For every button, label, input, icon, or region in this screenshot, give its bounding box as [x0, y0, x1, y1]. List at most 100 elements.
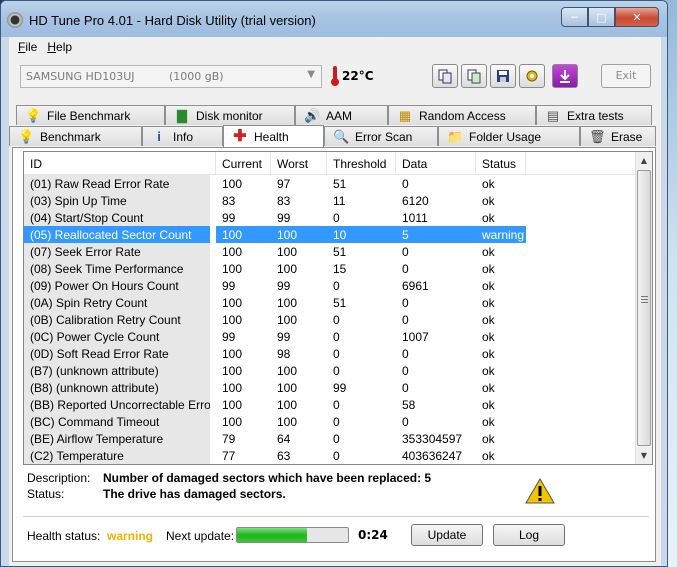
maximize-button[interactable]: □	[588, 7, 615, 27]
table-row[interactable]: (03) Spin Up Time 83 83 11 6120 ok	[24, 192, 652, 209]
cell-data: 0	[402, 177, 409, 191]
cell-id: (BE) Airflow Temperature	[24, 430, 210, 447]
table-row[interactable]: (04) Start/Stop Count 99 99 0 1011 ok	[24, 209, 652, 226]
cell-data: 403636247	[402, 449, 463, 463]
menu-help[interactable]: Help	[42, 37, 77, 57]
tab-health[interactable]: ✚ Health	[223, 125, 324, 147]
cell-worst: 100	[277, 262, 298, 276]
tab-file-benchmark[interactable]: 💡 File Benchmark	[16, 105, 165, 125]
options-button[interactable]	[519, 64, 545, 88]
cell-data: 0	[402, 347, 409, 361]
column-id[interactable]: ID	[24, 152, 216, 175]
speaker-icon: 🔊	[304, 107, 321, 123]
column-threshold[interactable]: Threshold	[327, 152, 396, 175]
minimize-button[interactable]: ─	[561, 7, 588, 27]
health-cross-icon: ✚	[233, 127, 247, 145]
table-row[interactable]: (0C) Power Cycle Count 99 99 0 1007 ok	[24, 328, 652, 345]
table-row[interactable]: (B7) (unknown attribute) 100 100 0 0 ok	[24, 362, 652, 379]
drive-capacity: (1000 gB)	[169, 70, 224, 83]
table-row[interactable]: (0D) Soft Read Error Rate 100 98 0 0 ok	[24, 345, 652, 362]
scroll-down-icon[interactable]: ▼	[636, 447, 652, 464]
cell-current: 99	[222, 211, 236, 225]
cell-id: (04) Start/Stop Count	[24, 209, 210, 226]
scroll-thumb[interactable]	[637, 170, 651, 446]
table-row[interactable]: (08) Seek Time Performance 100 100 15 0 ok	[24, 260, 652, 277]
cell-data: 0	[402, 296, 409, 310]
tab-folder-usage[interactable]: 📁 Folder Usage	[438, 126, 580, 146]
column-worst[interactable]: Worst	[271, 152, 327, 175]
progress-fill	[237, 528, 307, 542]
cell-threshold: 0	[333, 279, 340, 293]
tab-benchmark[interactable]: 💡 Benchmark	[9, 126, 142, 146]
cell-data: 0	[402, 415, 409, 429]
save-button[interactable]	[490, 64, 516, 88]
cell-threshold: 0	[333, 330, 340, 344]
copy-all-button[interactable]	[461, 64, 487, 88]
cell-data: 6120	[402, 194, 429, 208]
table-row[interactable]: (0B) Calibration Retry Count 100 100 0 0 ok	[24, 311, 652, 328]
window-title: HD Tune Pro 4.01 - Hard Disk Utility (tr…	[29, 13, 316, 28]
table-row[interactable]: (0A) Spin Retry Count 100 100 51 0 ok	[24, 294, 652, 311]
drive-select[interactable]: SAMSUNG HD103UJ (1000 gB) ▼	[20, 65, 322, 88]
cell-current: 100	[222, 381, 243, 395]
tab-erase[interactable]: 🗑 Erase	[580, 126, 656, 146]
tab-aam[interactable]: 🔊 AAM	[295, 105, 388, 125]
column-data[interactable]: Data	[396, 152, 476, 175]
cell-current: 100	[222, 177, 243, 191]
download-button[interactable]	[552, 64, 578, 88]
cell-current: 100	[222, 296, 243, 310]
log-button[interactable]: Log	[493, 524, 565, 546]
table-row[interactable]: (01) Raw Read Error Rate 100 97 51 0 ok	[24, 175, 652, 192]
cell-status: ok	[482, 364, 495, 378]
cell-status: ok	[482, 449, 495, 463]
table-row[interactable]: (C2) Temperature 77 63 0 403636247 ok	[24, 447, 652, 464]
smart-table[interactable]: ID Current Worst Threshold Data Status (…	[23, 151, 653, 465]
cell-id: (B7) (unknown attribute)	[24, 362, 210, 379]
cell-data: 1011	[402, 211, 428, 225]
column-current[interactable]: Current	[216, 152, 271, 175]
column-status[interactable]: Status	[476, 152, 526, 175]
cell-id: (0D) Soft Read Error Rate	[24, 345, 210, 362]
table-row[interactable]: (BB) Reported Uncorrectable Errors 100 100…	[24, 396, 652, 413]
drive-name: SAMSUNG HD103UJ	[26, 70, 135, 83]
table-row[interactable]: (05) Reallocated Sector Count 100 100 10 5 wa…	[24, 226, 652, 243]
next-update-label: Next update:	[166, 529, 235, 543]
table-row[interactable]: (07) Seek Error Rate 100 100 51 0 ok	[24, 243, 652, 260]
cell-data: 1007	[402, 330, 429, 344]
title-bar[interactable]: HD Tune Pro 4.01 - Hard Disk Utility (tr…	[1, 1, 667, 37]
file-benchmark-icon: 💡	[25, 107, 42, 123]
info-icon: i	[157, 128, 161, 144]
cell-threshold: 0	[333, 347, 340, 361]
close-button[interactable]: ✕	[615, 7, 659, 27]
menu-file[interactable]: File	[13, 37, 42, 57]
cell-status: ok	[482, 398, 495, 412]
cell-status: ok	[482, 432, 495, 446]
vertical-scrollbar[interactable]: ▲ ▼	[635, 152, 652, 464]
table-row[interactable]: (09) Power On Hours Count 99 99 0 6961 ok	[24, 277, 652, 294]
table-row[interactable]: (B8) (unknown attribute) 100 100 99 0 ok	[24, 379, 652, 396]
scroll-up-icon[interactable]: ▲	[636, 152, 652, 169]
table-row[interactable]: (BE) Airflow Temperature 79 64 0 353304597 ok	[24, 430, 652, 447]
health-status-value: warning	[107, 529, 154, 543]
cell-current: 100	[222, 415, 243, 429]
table-row[interactable]: (BC) Command Timeout 100 100 0 0 ok	[24, 413, 652, 430]
tab-error-scan[interactable]: 🔍 Error Scan	[324, 126, 438, 146]
cell-worst: 100	[271, 226, 327, 243]
tab-info[interactable]: i Info	[142, 126, 223, 146]
status-label: Status:	[27, 487, 65, 501]
tab-disk-monitor[interactable]: ▇ Disk monitor	[165, 105, 295, 125]
tab-random-access[interactable]: ▦ Random Access	[388, 105, 536, 125]
cell-status: ok	[482, 177, 495, 191]
exit-button[interactable]: Exit	[601, 64, 651, 88]
tab-extra-tests[interactable]: ▤ Extra tests	[536, 105, 652, 125]
copy-button[interactable]	[432, 64, 458, 88]
cell-id: (08) Seek Time Performance	[24, 260, 210, 277]
cell-status: ok	[482, 347, 495, 361]
cell-id: (01) Raw Read Error Rate	[24, 175, 210, 192]
next-update-value: 0:24	[358, 528, 388, 542]
cell-id: (07) Seek Error Rate	[24, 243, 210, 260]
divider	[23, 516, 649, 517]
update-button[interactable]: Update	[411, 524, 483, 546]
folder-icon: 📁	[447, 128, 464, 144]
cell-data: 5	[396, 226, 476, 243]
